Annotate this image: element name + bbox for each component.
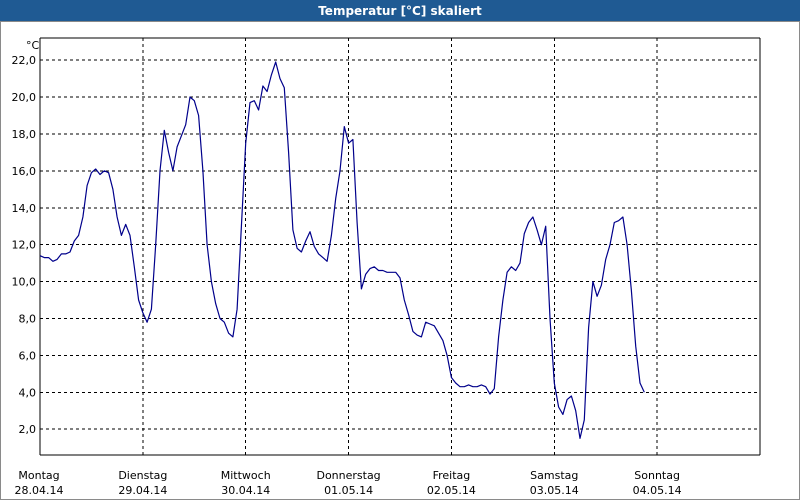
temperature-series-line	[39, 61, 645, 439]
x-tick-date-label: 03.05.14	[530, 484, 579, 497]
y-tick-label: 20,0	[12, 91, 37, 104]
x-tick-day-label: Dienstag	[118, 469, 167, 482]
x-tick-date-label: 04.05.14	[633, 484, 682, 497]
x-tick-day-label: Mittwoch	[221, 469, 271, 482]
y-tick-label: 14,0	[12, 202, 37, 215]
series-group	[39, 61, 645, 439]
x-tick-date-label: 02.05.14	[427, 484, 476, 497]
x-tick-labels: Montag 28.04.14 Dienstag 29.04.14 Mittwoch 30…	[15, 469, 682, 497]
grid-lines	[40, 38, 760, 455]
y-tick-label: 4,0	[19, 386, 37, 399]
x-tick-date-label: 28.04.14	[15, 484, 64, 497]
y-tick-label: 10,0	[12, 276, 37, 289]
x-tick-day-label: Samstag	[530, 469, 578, 482]
x-tick-day-label: Sonntag	[634, 469, 680, 482]
y-tick-label: 18,0	[12, 128, 37, 141]
x-tick-date-label: 01.05.14	[324, 484, 373, 497]
temperature-chart: °C 2,04,06,08,010,012,014,016,018,020,02…	[12, 37, 761, 497]
y-tick-label: 2,0	[19, 423, 37, 436]
y-tick-label: 16,0	[12, 165, 37, 178]
x-tick-day-label: Freitag	[433, 469, 471, 482]
y-axis-unit-label: °C	[26, 39, 40, 52]
x-tick-day-label: Montag	[18, 469, 59, 482]
y-tick-label: 6,0	[19, 349, 37, 362]
y-tick-label: 8,0	[19, 312, 37, 325]
x-tick-day-label: Donnerstag	[316, 469, 380, 482]
x-tick-date-label: 29.04.14	[118, 484, 167, 497]
y-tick-label: 22,0	[12, 54, 37, 67]
y-tick-labels: 2,0 4,0 6,0 8,0 10,0 12,0 14,0 16,0 18,0 20,0 22,0	[12, 54, 37, 436]
y-tick-label: 12,0	[12, 239, 37, 252]
x-tick-date-label: 30.04.14	[221, 484, 270, 497]
